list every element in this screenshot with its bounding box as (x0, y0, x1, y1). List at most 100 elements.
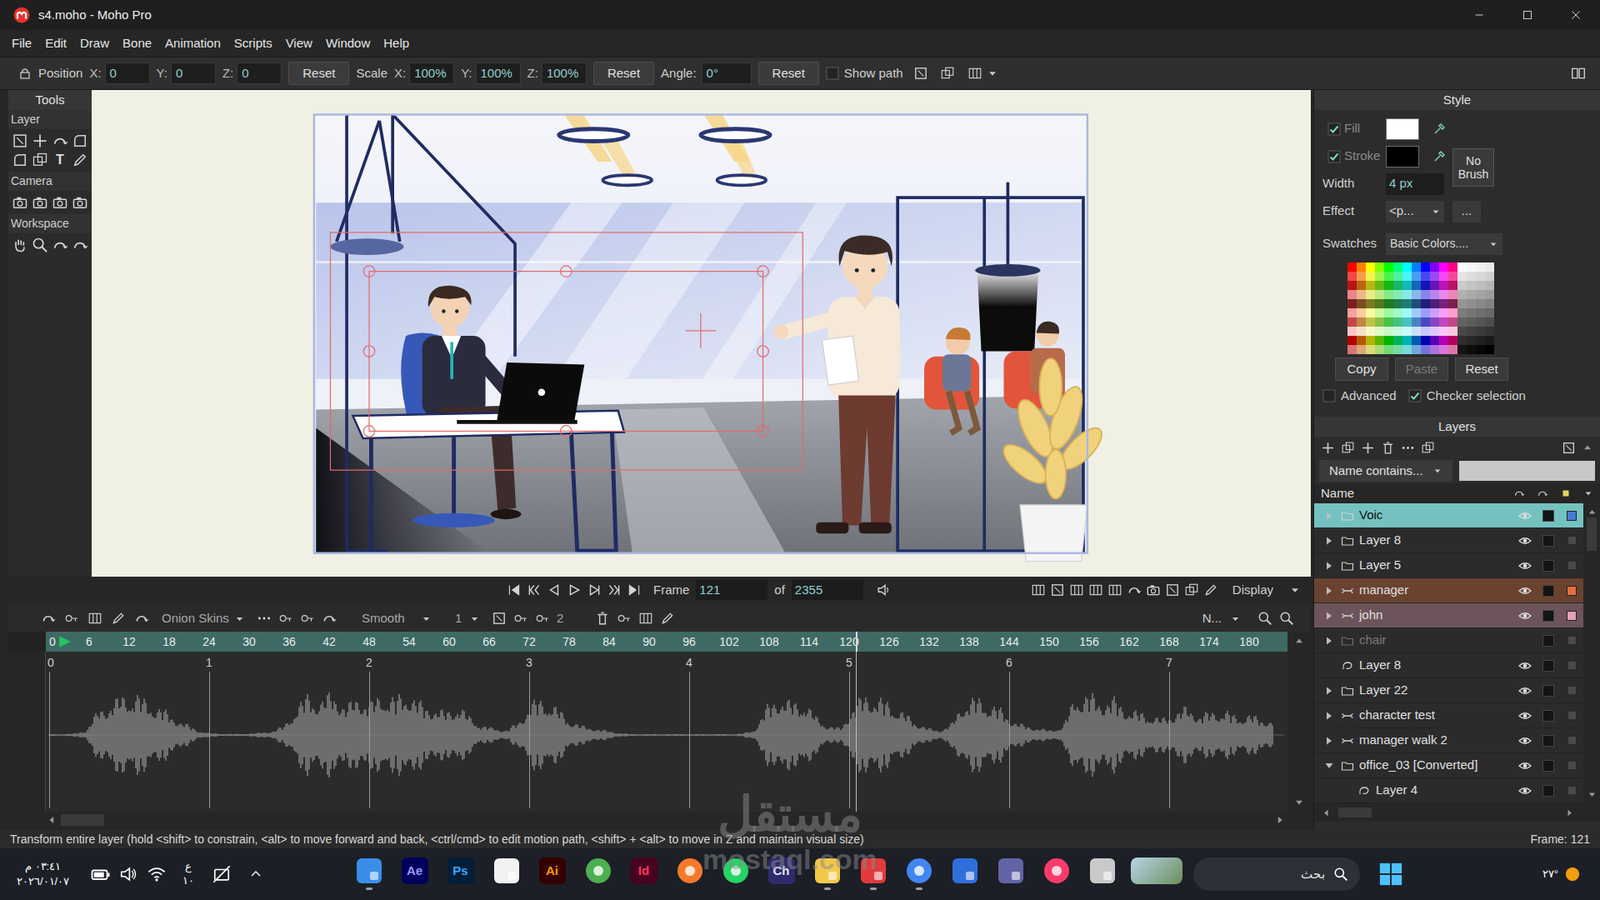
timeline-tool-icon[interactable] (535, 610, 550, 626)
timeline-tool-icon[interactable] (513, 610, 529, 626)
label-color[interactable] (1562, 509, 1581, 523)
eye-icon[interactable] (1515, 759, 1535, 773)
playhead[interactable] (855, 631, 858, 652)
expand-icon[interactable] (1322, 709, 1336, 723)
view-icon[interactable] (1069, 582, 1085, 598)
frame-ruler[interactable]: 0612182430364248546066727884909610210811… (45, 631, 1288, 652)
channels-dropdown[interactable]: N... (1202, 609, 1241, 629)
layer-tool-icon[interactable] (1320, 440, 1335, 455)
taskbar-app[interactable]: Id (620, 850, 667, 898)
search-box[interactable]: بحث (1193, 857, 1360, 891)
eye-icon[interactable] (1515, 509, 1535, 523)
scroll-up-icon[interactable] (1293, 635, 1305, 647)
taskbar-app[interactable] (483, 850, 530, 898)
clock[interactable]: ٠٣:٤١ م٢٠٢٦/٠١/٠٧ (16, 859, 70, 889)
timeline-tool-icon[interactable] (616, 610, 632, 626)
checker-checkbox[interactable] (1408, 389, 1422, 403)
taskbar-app[interactable] (712, 850, 759, 898)
lock-toggle[interactable] (1539, 659, 1558, 673)
eye-icon[interactable] (1515, 684, 1535, 698)
eye-icon[interactable] (1515, 584, 1535, 598)
scroll-left-icon[interactable] (1320, 807, 1332, 819)
lock-toggle[interactable] (1539, 634, 1558, 648)
display-label[interactable]: Display (1232, 580, 1274, 600)
eye-icon[interactable] (1515, 559, 1535, 573)
width-field[interactable]: 4 px (1385, 173, 1445, 195)
layer-tool-icon[interactable] (1400, 440, 1415, 455)
scroll-right-icon[interactable] (1564, 807, 1575, 819)
caret-icon[interactable] (986, 67, 999, 80)
copy-icon[interactable] (940, 65, 955, 81)
speaker-icon[interactable] (876, 582, 892, 598)
zoom-out-icon[interactable] (1257, 610, 1273, 626)
taskbar-app[interactable]: Ae (391, 850, 438, 898)
show-path-label[interactable]: Show path (844, 64, 904, 84)
onion-skins-dropdown[interactable]: Onion Skins (156, 608, 250, 629)
taskbar-app[interactable] (804, 850, 850, 898)
timeline-tool-icon[interactable] (660, 610, 675, 626)
layer-row[interactable]: Layer 22 (1314, 678, 1584, 704)
scroll-thumb[interactable] (60, 814, 105, 826)
expand-icon[interactable] (1322, 534, 1336, 548)
lock-toggle[interactable] (1539, 534, 1558, 548)
playback-icon[interactable] (526, 582, 542, 598)
filter-dropdown[interactable]: Name contains... (1319, 460, 1453, 482)
battery-icon[interactable] (90, 864, 111, 885)
layer-tool-icon[interactable] (1360, 440, 1375, 455)
menu-item[interactable]: Help (376, 34, 416, 54)
interpolation-dropdown[interactable]: Smooth (356, 608, 437, 629)
label-color[interactable] (1562, 659, 1581, 673)
angle-field[interactable]: 0° (701, 62, 752, 85)
minimize-button[interactable] (1455, 0, 1504, 30)
caret-icon[interactable] (1580, 488, 1597, 499)
eye-icon[interactable] (1515, 784, 1535, 798)
expand-icon[interactable] (1322, 634, 1336, 648)
frame-field[interactable]: 121 (695, 580, 768, 600)
timeline-tool-icon[interactable] (595, 610, 610, 626)
view-icon[interactable] (1030, 582, 1046, 598)
eye-icon[interactable] (1515, 534, 1535, 548)
tool-icon[interactable] (71, 151, 89, 169)
label-color[interactable] (1562, 784, 1581, 798)
collapse-icon[interactable] (1581, 441, 1594, 454)
language-indicator[interactable]: ع١٠ (182, 860, 195, 889)
lock-toggle[interactable] (1539, 684, 1558, 698)
wifi-icon[interactable] (147, 865, 166, 884)
layer-row[interactable]: Layer 8 (1314, 653, 1584, 679)
view-icon[interactable] (1126, 582, 1142, 598)
expand-icon[interactable] (1322, 734, 1336, 748)
tool-icon[interactable] (51, 194, 69, 211)
zoom-in-icon[interactable] (1279, 610, 1295, 626)
tool-icon[interactable] (11, 236, 29, 254)
layer-row[interactable]: john (1314, 603, 1584, 629)
label-color[interactable] (1562, 534, 1581, 548)
tool-icon[interactable] (31, 151, 49, 169)
view-icon[interactable] (1050, 582, 1065, 598)
taskbar-app[interactable] (345, 850, 392, 898)
stroke-checkbox[interactable] (1327, 150, 1341, 164)
layer-row[interactable]: Layer 5 (1314, 553, 1584, 579)
show-path-checkbox[interactable] (825, 66, 840, 80)
tool-icon[interactable] (31, 236, 49, 254)
label-color[interactable] (1562, 559, 1581, 573)
layer-tool-icon[interactable] (1561, 440, 1576, 455)
advanced-checkbox[interactable] (1322, 389, 1336, 403)
lock-toggle[interactable] (1539, 509, 1558, 523)
scroll-down-icon[interactable] (1586, 789, 1598, 800)
advanced-label[interactable]: Advanced (1340, 386, 1397, 406)
playback-icon[interactable] (506, 582, 522, 598)
value-field[interactable]: 0 (105, 62, 150, 85)
label-color[interactable] (1562, 634, 1581, 648)
value-field[interactable]: 0 (170, 62, 216, 85)
expand-icon[interactable] (1322, 584, 1336, 598)
swatch-button[interactable]: Copy (1335, 357, 1389, 381)
menu-item[interactable]: Bone (115, 34, 159, 54)
range-start-icon[interactable] (57, 634, 73, 650)
lock-toggle[interactable] (1539, 609, 1558, 623)
effect-more-button[interactable]: ... (1452, 200, 1481, 223)
stroke-swatch[interactable] (1385, 145, 1420, 168)
weather[interactable]: ٢٧° (1542, 863, 1584, 885)
eye-icon[interactable] (1515, 709, 1535, 723)
view-icon[interactable] (1107, 582, 1123, 598)
view-icon[interactable] (1088, 582, 1104, 598)
